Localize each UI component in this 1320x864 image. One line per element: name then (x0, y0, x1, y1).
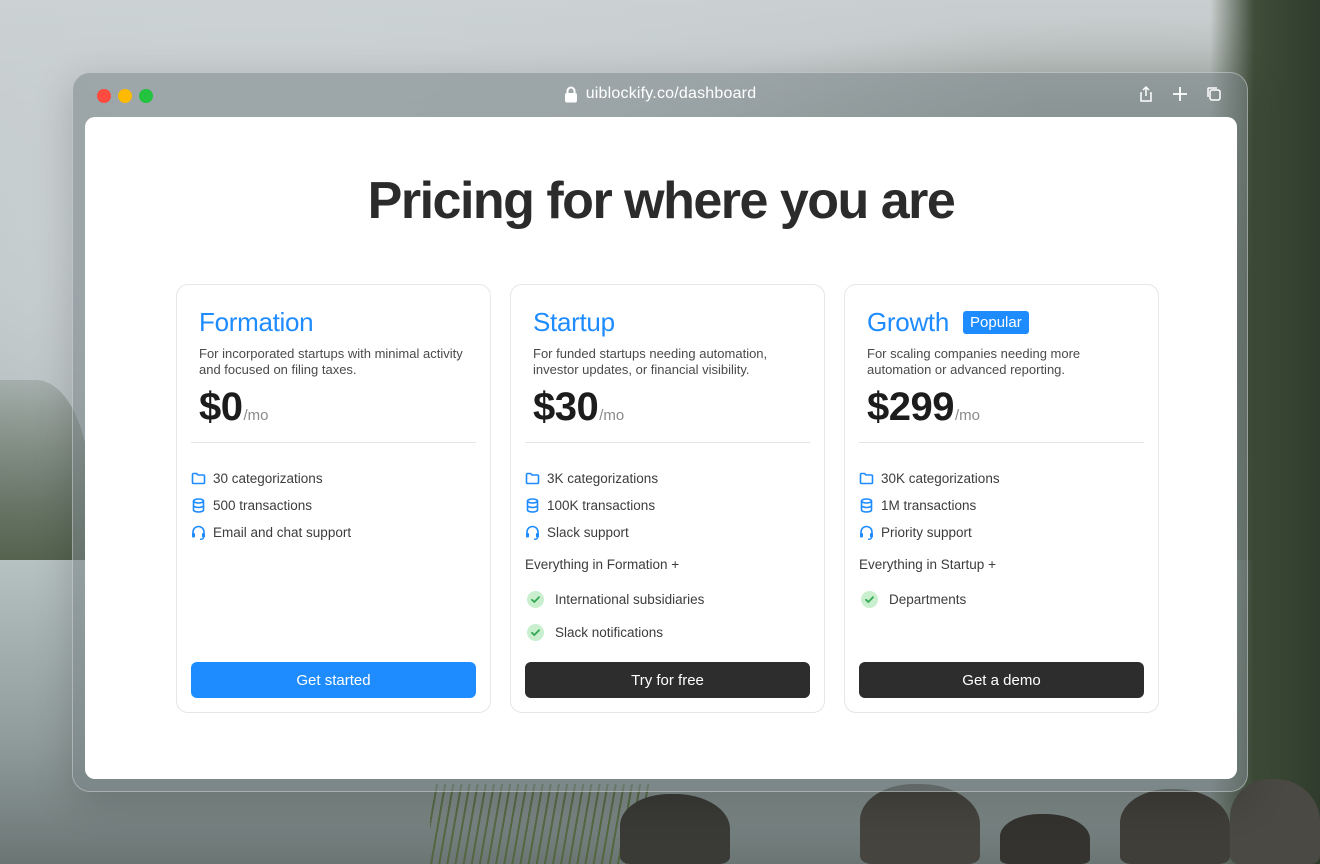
divider (525, 442, 810, 443)
extra-item: International subsidiaries (527, 583, 704, 616)
extras-heading: Everything in Formation + (525, 557, 680, 572)
price-amount: $30 (533, 385, 599, 429)
plan-name: Startup (533, 307, 615, 337)
popular-badge: Popular (963, 311, 1029, 334)
headset-icon (191, 525, 206, 540)
feature-item: 100K transactions (525, 492, 658, 519)
feature-item: Priority support (859, 519, 1000, 546)
feature-item: 500 transactions (191, 492, 351, 519)
feature-item: 3K categorizations (525, 465, 658, 492)
plan-description: For funded startups needing automation, … (533, 346, 768, 377)
extras-list: Departments (861, 583, 966, 616)
extras-heading: Everything in Startup + (859, 557, 996, 572)
card-header: Formation (199, 307, 314, 338)
database-icon (859, 498, 874, 513)
divider (859, 442, 1144, 443)
get-a-demo-button[interactable]: Get a demo (859, 662, 1144, 698)
extra-label: International subsidiaries (555, 592, 705, 607)
extra-label: Departments (889, 592, 967, 607)
divider (191, 442, 476, 443)
feature-label: 30 categorizations (213, 471, 323, 486)
folder-icon (525, 471, 540, 486)
extra-item: Departments (861, 583, 966, 616)
feature-item: Email and chat support (191, 519, 351, 546)
address-bar[interactable]: uiblockify.co/dashboard (73, 85, 1247, 103)
feature-label: Email and chat support (213, 525, 352, 540)
feature-item: 30K categorizations (859, 465, 1000, 492)
feature-list: 30K categorizations 1M transactions Priori… (859, 465, 1000, 546)
database-icon (191, 498, 206, 513)
card-header: Growth Popular (867, 307, 1029, 338)
price-unit: /mo (954, 407, 980, 424)
check-icon (861, 591, 878, 608)
lock-icon (564, 86, 578, 103)
card-header: Startup (533, 307, 615, 338)
plan-name: Growth (867, 307, 950, 337)
feature-list: 3K categorizations 100K transactions Slack… (525, 465, 658, 546)
pricing-card-growth: Growth Popular For scaling companies needi… (844, 284, 1159, 713)
extra-item: Slack notifications (527, 616, 704, 649)
feature-list: 30 categorizations 500 transactions Email … (191, 465, 351, 546)
price-unit: /mo (599, 407, 625, 424)
page-content: Pricing for where you are Formation For i… (85, 117, 1237, 779)
pricing-cards: Formation For incorporated startups with … (176, 284, 1159, 713)
feature-label: 30K categorizations (881, 471, 1000, 486)
plan-description: For incorporated startups with minimal a… (199, 346, 463, 377)
feature-item: 30 categorizations (191, 465, 351, 492)
get-started-button[interactable]: Get started (191, 662, 476, 698)
browser-window: uiblockify.co/dashboard Pricing for wher… (72, 72, 1248, 792)
pricing-card-formation: Formation For incorporated startups with … (176, 284, 491, 713)
feature-label: 1M transactions (881, 498, 977, 513)
headset-icon (859, 525, 874, 540)
plan-price: $0/mo (199, 385, 269, 430)
feature-label: 3K categorizations (547, 471, 659, 486)
tabs-overview-icon[interactable] (1205, 85, 1223, 103)
price-amount: $0 (199, 385, 243, 429)
check-icon (527, 624, 544, 641)
plan-description: For scaling companies needing more autom… (867, 346, 1081, 377)
price-unit: /mo (243, 407, 269, 424)
plan-price: $299/mo (867, 385, 980, 430)
try-for-free-button[interactable]: Try for free (525, 662, 810, 698)
price-amount: $299 (867, 385, 954, 429)
headset-icon (525, 525, 540, 540)
new-tab-icon[interactable] (1171, 85, 1189, 103)
plan-name: Formation (199, 307, 314, 337)
url-text: uiblockify.co/dashboard (585, 85, 757, 102)
plan-price: $30/mo (533, 385, 624, 430)
share-icon[interactable] (1137, 85, 1155, 103)
title-bar: uiblockify.co/dashboard (73, 73, 1247, 117)
feature-label: 500 transactions (213, 498, 313, 513)
feature-label: 100K transactions (547, 498, 656, 513)
extra-label: Slack notifications (555, 625, 664, 640)
check-icon (527, 591, 544, 608)
folder-icon (191, 471, 206, 486)
pricing-card-startup: Startup For funded startups needing autom… (510, 284, 825, 713)
page-title: Pricing for where you are (367, 172, 956, 230)
feature-item: Slack support (525, 519, 658, 546)
feature-label: Slack support (547, 525, 629, 540)
toolbar-actions (1137, 85, 1223, 103)
folder-icon (859, 471, 874, 486)
feature-item: 1M transactions (859, 492, 1000, 519)
extras-list: International subsidiaries Slack notifica… (527, 583, 704, 649)
database-icon (525, 498, 540, 513)
feature-label: Priority support (881, 525, 972, 540)
